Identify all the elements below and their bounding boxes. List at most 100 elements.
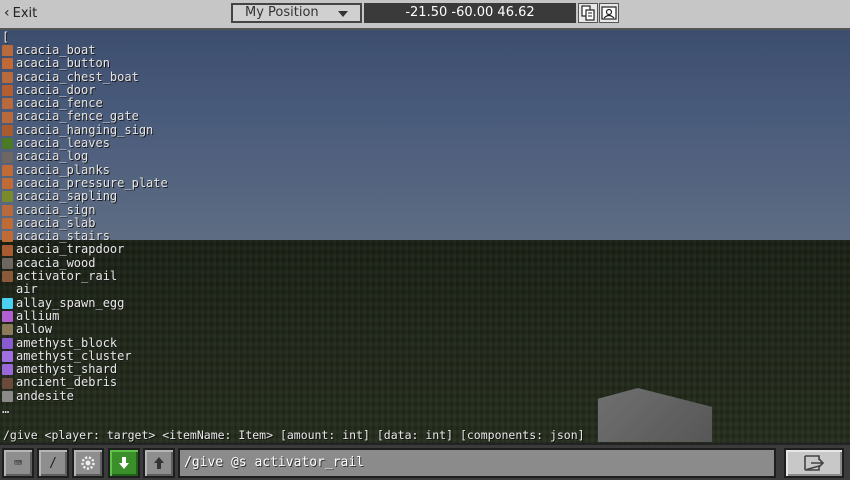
arrow-down-button[interactable] xyxy=(108,448,140,478)
item-icon xyxy=(2,271,13,283)
settings-button[interactable] xyxy=(72,448,104,478)
item-icon xyxy=(2,124,13,136)
list-item[interactable]: acacia_log xyxy=(2,150,402,163)
item-icon xyxy=(2,111,13,123)
command-syntax-hint: /give <player: target> <itemName: Item> … xyxy=(3,428,585,442)
list-item[interactable]: acacia_wood xyxy=(2,255,402,270)
list-item[interactable]: air xyxy=(2,282,402,297)
item-icon xyxy=(2,297,13,309)
item-label: amethyst_shard xyxy=(16,362,118,377)
item-icon xyxy=(2,337,13,349)
gear-icon xyxy=(81,456,95,470)
item-icon xyxy=(2,98,13,110)
list-item[interactable]: acacia_fence xyxy=(2,96,402,111)
item-label: acacia_fence xyxy=(16,96,103,111)
item-icon xyxy=(2,71,13,83)
item-label: acacia_hanging_sign xyxy=(16,122,154,137)
list-item[interactable]: allow xyxy=(2,322,402,337)
arrow-up-button[interactable] xyxy=(143,448,175,478)
position-dropdown[interactable]: My Position xyxy=(231,3,362,23)
item-label: amethyst_cluster xyxy=(16,348,132,363)
send-icon xyxy=(804,455,825,471)
list-item[interactable]: acacia_door xyxy=(2,82,402,97)
item-label: andesite xyxy=(16,388,74,403)
slash-label: / xyxy=(49,455,57,471)
exit-label: Exit xyxy=(12,6,38,21)
item-label: allium xyxy=(16,308,60,323)
item-label: acacia_slab xyxy=(16,215,96,230)
list-item[interactable]: acacia_slab xyxy=(2,215,402,230)
screenshot-icon[interactable] xyxy=(599,3,619,23)
item-label: acacia_boat xyxy=(16,43,96,57)
more-indicator: … xyxy=(2,402,10,417)
item-label: acacia_wood xyxy=(16,255,96,270)
item-icon xyxy=(2,138,13,150)
keyboard-icon: ⌨ xyxy=(14,455,22,471)
list-item[interactable]: acacia_chest_boat xyxy=(2,69,402,84)
item-label: allow xyxy=(16,322,53,337)
item-icon xyxy=(2,257,13,269)
item-icon xyxy=(2,218,13,229)
item-label: acacia_fence_gate xyxy=(16,109,139,124)
item-icon xyxy=(2,377,13,389)
item-label: ancient_debris xyxy=(16,375,118,390)
list-item[interactable]: acacia_button xyxy=(2,56,402,71)
item-label: acacia_chest_boat xyxy=(16,69,139,84)
list-item[interactable]: acacia_sign xyxy=(2,203,402,217)
item-icon xyxy=(2,85,13,97)
item-suggestion-list: [ acacia_boat acacia_button acacia_chest_b… xyxy=(2,30,402,417)
item-icon xyxy=(2,324,13,336)
list-item[interactable]: acacia_trapdoor xyxy=(2,243,402,256)
item-icon xyxy=(2,284,13,295)
list-item[interactable]: acacia_stairs xyxy=(2,229,402,244)
list-item[interactable]: acacia_boat xyxy=(2,43,402,57)
list-item[interactable]: andesite xyxy=(2,388,402,403)
item-icon xyxy=(2,178,13,190)
item-label: acacia_pressure_plate xyxy=(16,175,168,190)
keyboard-button[interactable]: ⌨ xyxy=(2,448,34,478)
list-item[interactable]: acacia_leaves xyxy=(2,136,402,151)
copy-icon[interactable] xyxy=(578,3,598,23)
chevron-down-icon xyxy=(338,11,348,17)
list-item[interactable]: acacia_pressure_plate xyxy=(2,175,402,190)
item-icon xyxy=(2,364,13,376)
item-icon xyxy=(2,151,13,163)
item-label: acacia_leaves xyxy=(16,136,110,151)
item-label: acacia_log xyxy=(16,149,89,164)
item-label: acacia_planks xyxy=(16,162,110,177)
item-label: acacia_sapling xyxy=(16,189,118,204)
item-icon xyxy=(2,164,13,176)
item-icon xyxy=(2,204,13,216)
list-item[interactable]: allium xyxy=(2,308,402,323)
coordinates-display: -21.50 -60.00 46.62 xyxy=(364,3,576,23)
list-item[interactable]: amethyst_cluster xyxy=(2,348,402,363)
list-item[interactable]: acacia_hanging_sign xyxy=(2,122,402,137)
item-icon xyxy=(2,311,13,323)
item-label: allay_spawn_egg xyxy=(16,295,125,310)
chevron-left-icon: ‹ xyxy=(4,5,10,21)
command-input[interactable]: /give @s activator_rail xyxy=(178,448,776,478)
item-icon xyxy=(2,231,13,243)
item-label: acacia_door xyxy=(16,82,96,97)
slash-button[interactable]: / xyxy=(37,448,69,478)
item-label: air xyxy=(16,282,38,297)
list-item[interactable]: amethyst_block xyxy=(2,335,402,350)
list-item[interactable]: acacia_planks xyxy=(2,162,402,177)
send-button[interactable] xyxy=(784,448,844,478)
list-item[interactable]: acacia_sapling xyxy=(2,189,402,204)
item-icon xyxy=(2,244,13,256)
list-item[interactable]: activator_rail xyxy=(2,269,402,283)
list-item[interactable]: ancient_debris xyxy=(2,376,402,389)
position-dropdown-value: My Position xyxy=(245,5,319,20)
item-icon xyxy=(2,390,13,402)
item-icon xyxy=(2,350,13,362)
exit-button[interactable]: ‹ Exit xyxy=(4,5,37,21)
item-label: acacia_button xyxy=(16,56,110,71)
item-icon xyxy=(2,45,13,57)
bottom-bar: ⌨ / /give @s activator_rail xyxy=(0,443,850,480)
item-label: acacia_stairs xyxy=(16,229,110,244)
list-item[interactable]: amethyst_shard xyxy=(2,362,402,377)
list-item[interactable]: allay_spawn_egg xyxy=(2,295,402,310)
list-item[interactable]: acacia_fence_gate xyxy=(2,110,402,123)
item-label: amethyst_block xyxy=(16,335,118,350)
